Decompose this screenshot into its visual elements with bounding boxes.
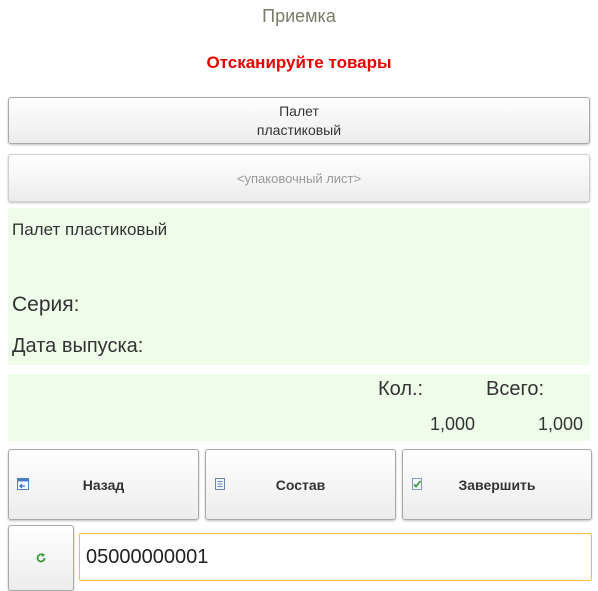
back-button[interactable]: Назад [8, 449, 199, 520]
list-document-icon [215, 478, 225, 490]
total-value: 1,000 [538, 414, 584, 434]
back-window-icon [17, 478, 29, 490]
item-name: Палет пластиковый [12, 220, 168, 239]
release-date-label: Дата выпуска: [12, 335, 144, 357]
pallet-button[interactable]: Палет пластиковый [8, 97, 590, 144]
page-title: Приемка [262, 6, 336, 26]
qty-value: 1,000 [430, 414, 476, 434]
composition-button-label: Состав [275, 476, 326, 493]
check-document-icon [412, 478, 422, 490]
scan-prompt: Отсканируйте товары [206, 53, 392, 72]
refresh-icon [36, 553, 46, 563]
series-label: Серия: [12, 293, 80, 316]
pallet-button-line2: пластиковый [256, 121, 342, 138]
refresh-button[interactable] [8, 525, 74, 591]
qty-label: Кол.: [378, 378, 424, 400]
pallet-button-line1: Палет [279, 102, 319, 119]
quantity-panel: Кол.: Всего: 1,000 1,000 [8, 374, 590, 441]
finish-button[interactable]: Завершить [402, 449, 592, 520]
total-label: Всего: [486, 378, 544, 400]
barcode-input[interactable] [79, 533, 592, 581]
finish-button-label: Завершить [458, 476, 536, 493]
back-button-label: Назад [82, 476, 125, 493]
packing-list-label: <упаковочный лист> [236, 170, 362, 186]
composition-button[interactable]: Состав [205, 449, 396, 520]
item-info-panel: Палет пластиковый Серия: Дата выпуска: [8, 208, 590, 365]
packing-list-button[interactable]: <упаковочный лист> [8, 154, 590, 202]
